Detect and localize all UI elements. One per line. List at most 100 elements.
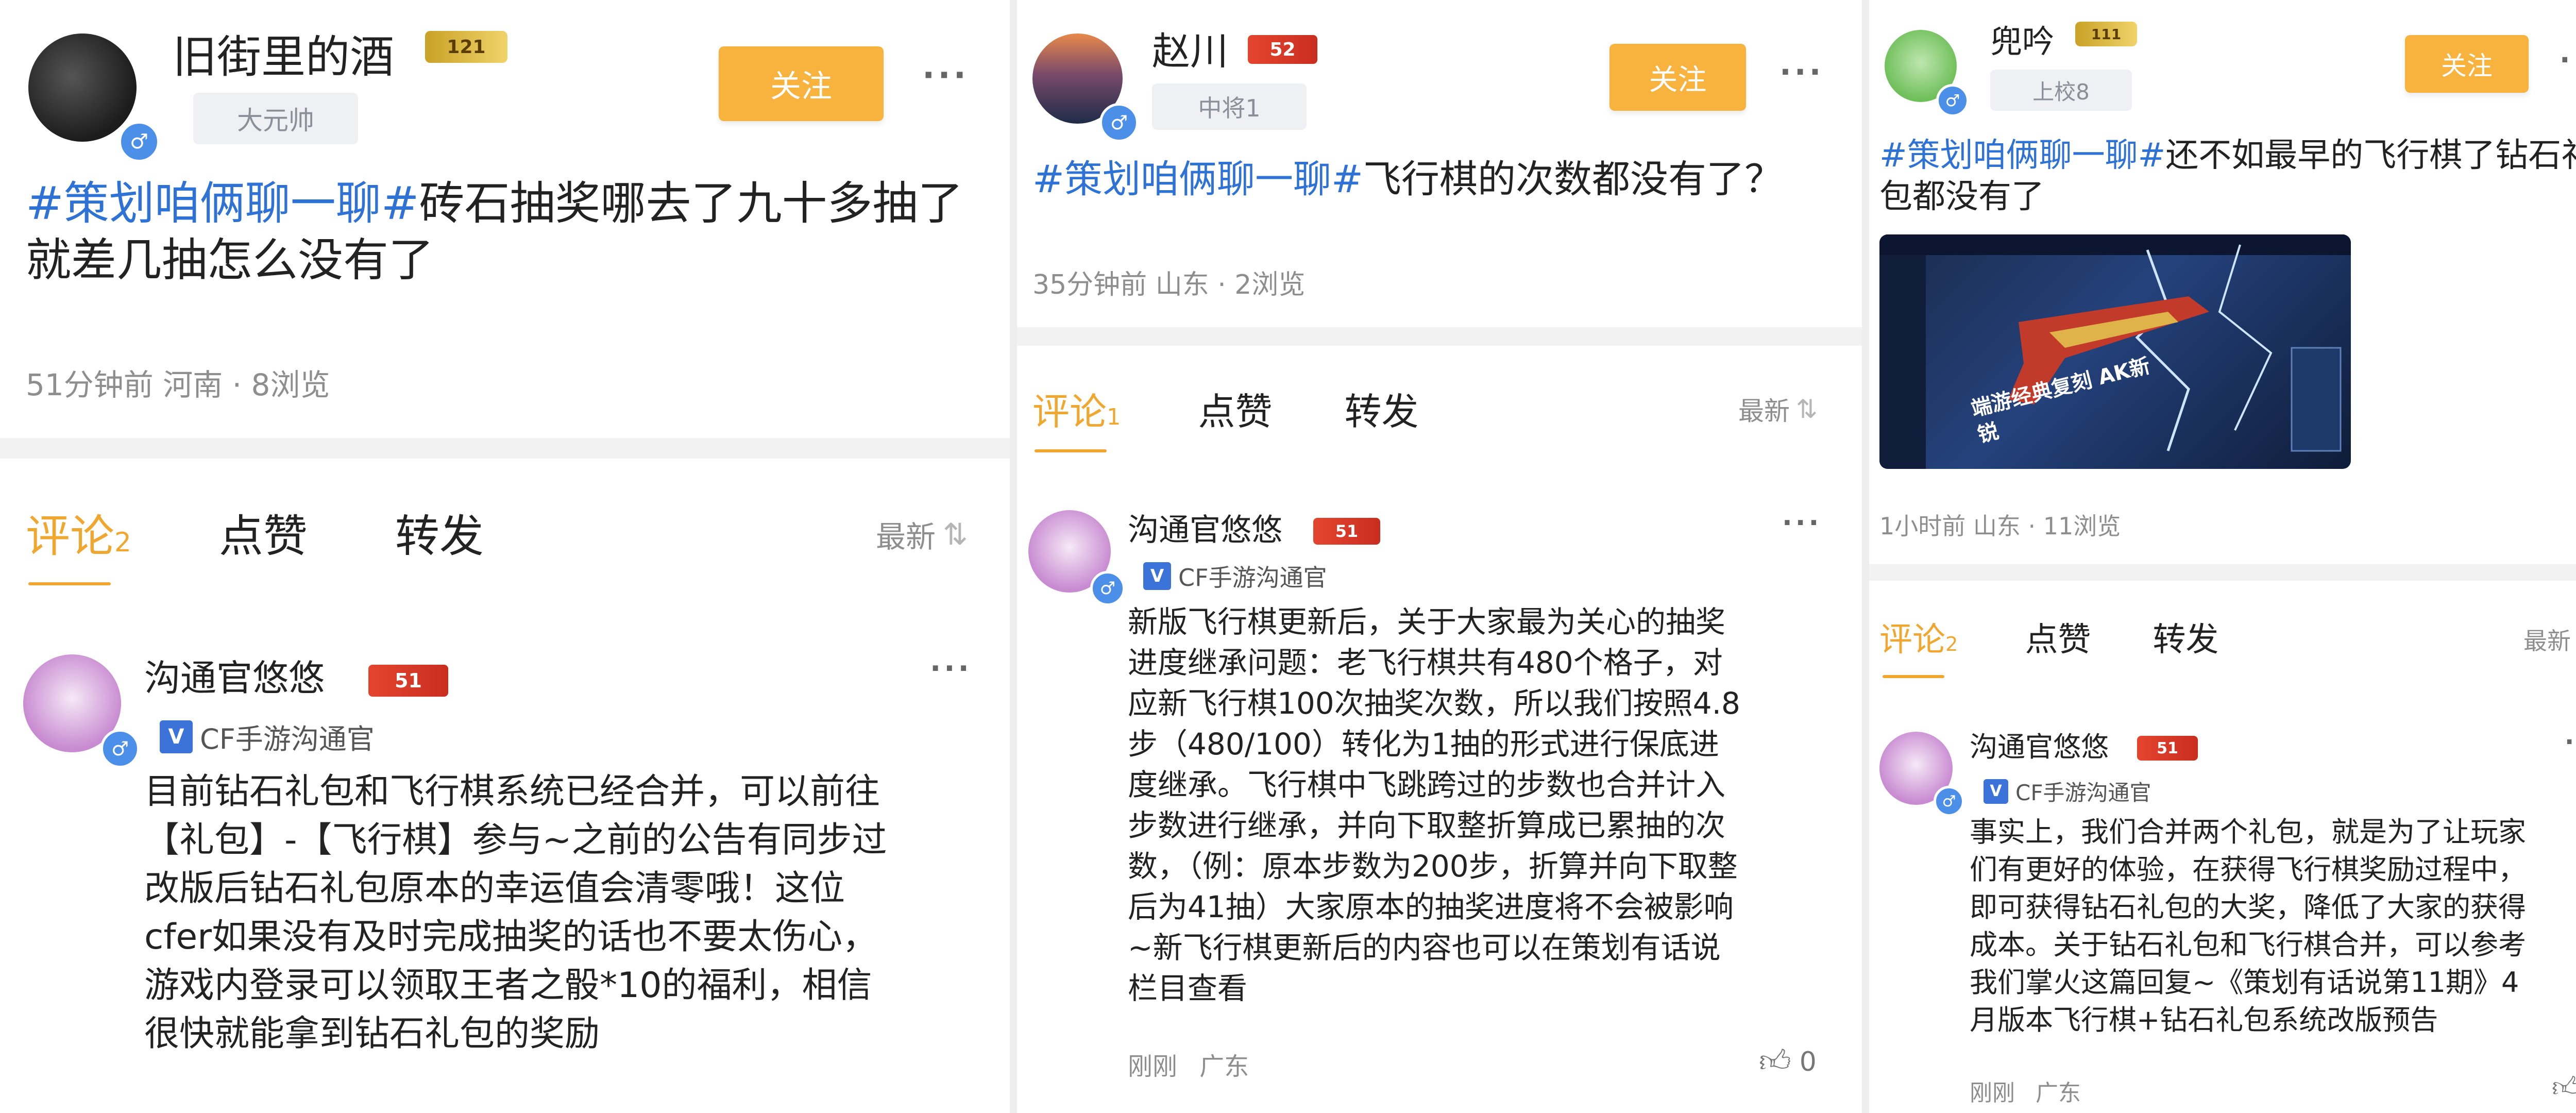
- tab-likes[interactable]: 点赞: [2025, 613, 2091, 661]
- rank-tag: 中将1: [1152, 83, 1307, 130]
- comment-tabs: 评论2 点赞 转发: [1879, 613, 2218, 661]
- post-content: #策划咱俩聊一聊#还不如最早的飞行棋了钻石礼包都没有了: [1879, 135, 2576, 217]
- section-divider: [0, 438, 1010, 459]
- tab-share[interactable]: 转发: [1345, 381, 1419, 435]
- commenter-avatar[interactable]: ♂: [1028, 510, 1125, 606]
- active-tab-indicator: [28, 582, 111, 585]
- comment-region: 广东: [1199, 1052, 1249, 1081]
- level-badge: 121: [425, 31, 507, 63]
- level-wing-icon: 121: [425, 31, 507, 63]
- more-options-icon[interactable]: ···: [1780, 54, 1824, 90]
- post-image[interactable]: 端游经典复刻 AK新锐: [1879, 234, 2351, 469]
- comment-like-button[interactable]: 👍︎ 0: [1759, 1043, 1817, 1081]
- commenter-avatar[interactable]: ♂: [1879, 732, 1964, 817]
- sort-newest[interactable]: 最新 ⇅: [2523, 622, 2576, 656]
- post-panel-2: ♂ 赵川 52 中将1 关注 ··· #策划咱俩聊一聊#飞行棋的次数都没有了？ …: [1017, 0, 1862, 1113]
- official-label: CF手游沟通官: [200, 723, 375, 755]
- rank-tag: 上校8: [1990, 70, 2132, 111]
- follow-button[interactable]: 关注: [2405, 35, 2529, 93]
- post-panel-3: ♂ 兜吟 111 上校8 关注 ··· #策划咱俩聊一聊#还不如最早的飞行棋了钻…: [1869, 0, 2576, 1113]
- tab-likes[interactable]: 点赞: [219, 500, 308, 564]
- level-badge: 111: [2075, 22, 2137, 46]
- comment-text: 目前钻石礼包和飞行棋系统已经合并，可以前往【礼包】-【飞行棋】参与~之前的公告有…: [144, 771, 887, 1054]
- topic-link[interactable]: #策划咱俩聊一聊#: [1879, 137, 2165, 175]
- comment-more-icon[interactable]: ···: [930, 652, 972, 685]
- sort-icon: ⇅: [943, 517, 968, 552]
- comment-region: 广东: [2036, 1080, 2081, 1106]
- panel-divider: [1862, 0, 1869, 1113]
- comment-meta: 刚刚 广东: [1128, 1046, 1249, 1082]
- author-name[interactable]: 兜吟: [1990, 15, 2054, 62]
- official-tag: V CF手游沟通官: [160, 716, 375, 757]
- official-label: CF手游沟通官: [1178, 564, 1327, 592]
- author-avatar[interactable]: ♂: [1032, 33, 1139, 142]
- commenter-avatar[interactable]: ♂: [23, 654, 140, 768]
- comment-like-count: 0: [1799, 1047, 1817, 1077]
- follow-button[interactable]: 关注: [1609, 44, 1746, 111]
- topic-link[interactable]: #策划咱俩聊一聊#: [1032, 157, 1363, 201]
- tab-comments[interactable]: 评论1: [1032, 381, 1121, 435]
- comment-more-icon[interactable]: ···: [1782, 508, 1822, 538]
- post-panel-1: ♂ 旧街里的酒 121 大元帅 关注 ··· #策划咱俩聊一聊#砖石抽奖哪去了九…: [0, 0, 1010, 1113]
- author-name[interactable]: 赵川: [1152, 21, 1228, 76]
- level-shield-icon: 52: [1248, 35, 1317, 64]
- post-image-art: [1879, 234, 2351, 469]
- panel-divider: [1010, 0, 1017, 1113]
- sort-newest[interactable]: 最新 ⇅: [876, 513, 968, 556]
- tab-share[interactable]: 转发: [395, 500, 484, 564]
- tab-comments-count: 2: [114, 527, 131, 558]
- sort-icon: ⇅: [1796, 394, 1818, 424]
- tab-comments[interactable]: 评论2: [26, 500, 131, 564]
- verified-icon: V: [1984, 779, 2008, 804]
- tab-comments-count: 2: [1945, 633, 1958, 656]
- male-icon: ♂: [1934, 786, 1964, 817]
- level-wing-icon: 111: [2075, 22, 2137, 46]
- comment-text: 事实上，我们合并两个礼包，就是为了让玩家们有更好的体验，在获得飞行棋奖励过程中，…: [1970, 816, 2526, 1036]
- follow-button[interactable]: 关注: [719, 46, 884, 121]
- active-tab-indicator: [1883, 675, 1944, 678]
- topic-link[interactable]: #策划咱俩聊一聊#: [26, 177, 419, 230]
- post-text: 飞行棋的次数都没有了？: [1363, 157, 1783, 201]
- comment-like-button[interactable]: 👍︎ 0: [2552, 1071, 2576, 1104]
- male-icon: ♂: [1090, 571, 1125, 606]
- sort-label: 最新: [1738, 396, 1790, 426]
- comment-time: 刚刚: [1128, 1052, 1178, 1081]
- official-tag: V CF手游沟通官: [1984, 775, 2151, 807]
- more-options-icon[interactable]: ···: [922, 57, 969, 95]
- level-shield-icon: 51: [368, 665, 448, 697]
- tab-likes[interactable]: 点赞: [1198, 381, 1273, 435]
- post-content: #策划咱俩聊一聊#飞行棋的次数都没有了？: [1032, 155, 1846, 204]
- more-options-icon[interactable]: ···: [2560, 44, 2576, 76]
- tab-comments-label: 评论: [26, 511, 114, 562]
- sort-newest[interactable]: 最新 ⇅: [1738, 391, 1818, 428]
- section-divider: [1017, 327, 1862, 346]
- sort-label: 最新: [2523, 627, 2571, 655]
- official-label: CF手游沟通官: [2015, 780, 2151, 805]
- level-shield-icon: 51: [2137, 736, 2198, 761]
- comment-more-icon[interactable]: ···: [2565, 728, 2576, 756]
- active-tab-indicator: [1035, 449, 1107, 452]
- tab-comments[interactable]: 评论2: [1879, 613, 1958, 661]
- tab-share[interactable]: 转发: [2153, 613, 2218, 661]
- comment-meta: 刚刚 广东: [1970, 1074, 2081, 1107]
- tab-comments-label: 评论: [1879, 621, 1945, 659]
- male-icon: ♂: [1099, 103, 1139, 142]
- commenter-name[interactable]: 沟通官悠悠: [144, 649, 325, 701]
- post-meta: 51分钟前 河南 · 8浏览: [26, 367, 330, 402]
- commenter-name[interactable]: 沟通官悠悠: [1970, 724, 2109, 765]
- rank-tag: 大元帅: [193, 93, 358, 144]
- author-avatar[interactable]: ♂: [28, 33, 160, 162]
- comment-text: 新版飞行棋更新后，关于大家最为关心的抽奖进度继承问题：老飞行棋共有480个格子，…: [1128, 604, 1740, 1006]
- comment-time: 刚刚: [1970, 1080, 2015, 1106]
- section-divider: [1869, 564, 2576, 581]
- verified-icon: V: [160, 720, 193, 753]
- commenter-name[interactable]: 沟通官悠悠: [1128, 505, 1282, 550]
- comment-tabs: 评论2 点赞 转发: [26, 500, 484, 564]
- commenter-level-badge: 51: [1313, 518, 1380, 545]
- post-content: #策划咱俩聊一聊#砖石抽奖哪去了九十多抽了就差几抽怎么没有了: [26, 175, 994, 289]
- male-icon: ♂: [118, 121, 160, 162]
- author-name[interactable]: 旧街里的酒: [173, 21, 394, 85]
- author-avatar[interactable]: ♂: [1885, 30, 1969, 117]
- verified-icon: V: [1143, 562, 1171, 590]
- male-icon: ♂: [1936, 84, 1969, 117]
